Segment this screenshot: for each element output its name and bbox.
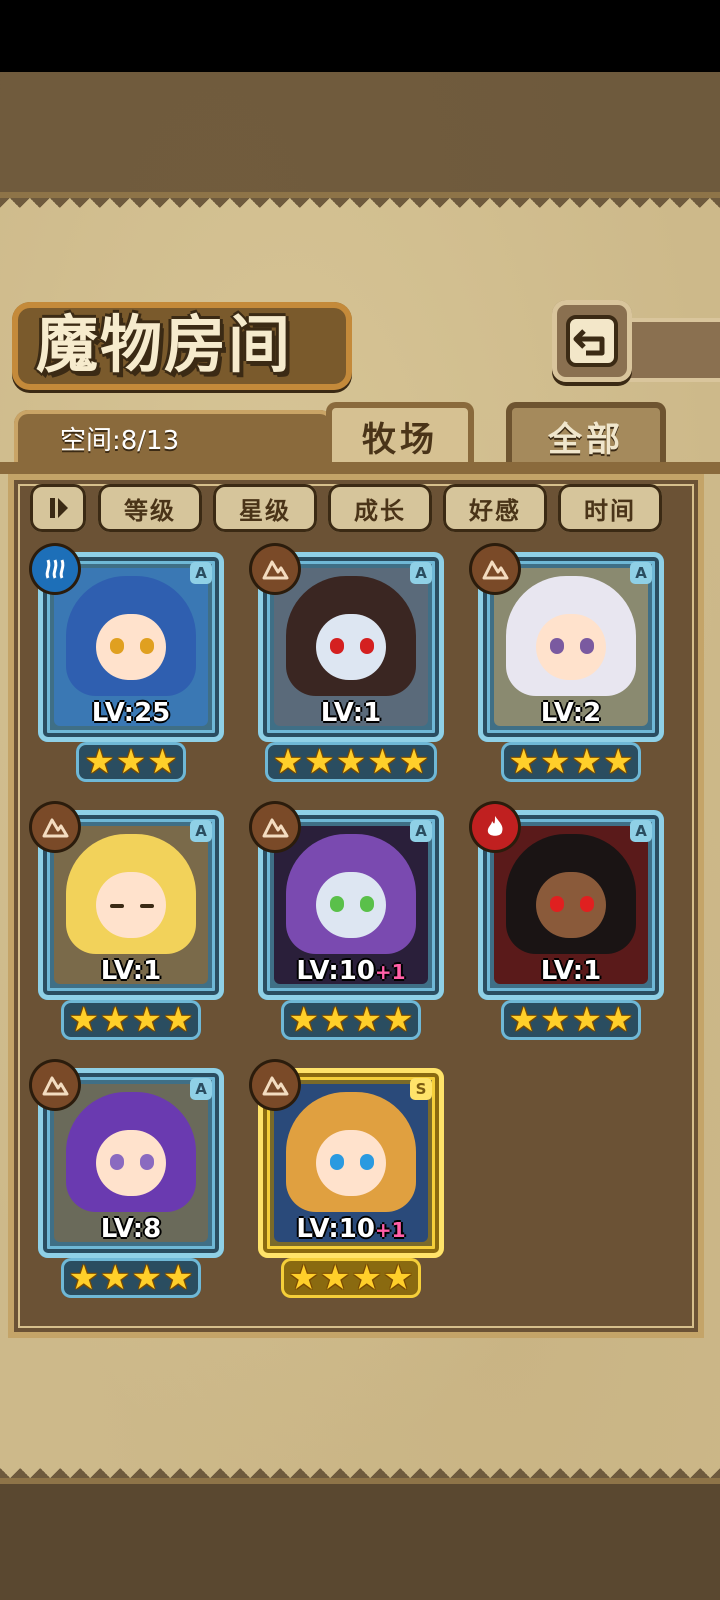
sort-by-level-button[interactable]: 等级	[98, 484, 202, 532]
sort-order-icon	[50, 498, 68, 518]
star-rating: ★ ★ ★	[38, 742, 224, 782]
star-rating: ★ ★ ★ ★	[478, 1000, 664, 1040]
monster-card[interactable]: A LV:1 ★ ★ ★ ★ ★	[252, 546, 444, 782]
panel-edge-bottom	[0, 1458, 720, 1478]
star-rating: ★ ★ ★ ★	[38, 1000, 224, 1040]
panel-edge-top	[0, 198, 720, 218]
back-button[interactable]	[552, 300, 632, 382]
sort-by-growth-button[interactable]: 成长	[328, 484, 432, 532]
capacity-label: 空间:8/13	[60, 426, 180, 456]
monster-card[interactable]: A LV:8 ★ ★ ★ ★	[32, 1062, 224, 1298]
rank-badge: A	[190, 562, 212, 584]
monster-card[interactable]: A LV:25 ★ ★ ★	[32, 546, 224, 782]
water-icon	[32, 546, 78, 592]
monster-level: LV:8	[100, 1214, 162, 1244]
earth-icon	[252, 1062, 298, 1108]
status-bar	[0, 0, 720, 72]
sort-order-toggle[interactable]	[30, 484, 86, 532]
rank-badge: A	[410, 562, 432, 584]
monster-level: LV:2	[540, 698, 602, 728]
monster-card[interactable]: A LV:10+1 ★ ★ ★ ★	[252, 804, 444, 1040]
star-rating: ★ ★ ★ ★	[38, 1258, 224, 1298]
tab-ranch[interactable]: 牧场	[326, 402, 474, 470]
sort-by-star-button[interactable]: 星级	[213, 484, 317, 532]
star-rating: ★ ★ ★ ★	[478, 742, 664, 782]
fire-icon	[472, 804, 518, 850]
back-button-rail	[628, 318, 720, 382]
star-rating: ★ ★ ★ ★ ★	[258, 742, 444, 782]
monster-level: LV:10+1	[296, 956, 406, 986]
star-rating: ★ ★ ★ ★	[258, 1000, 444, 1040]
tab-all[interactable]: 全部	[506, 402, 666, 470]
monster-level: LV:25	[91, 698, 171, 728]
monster-level: LV:10+1	[296, 1214, 406, 1244]
rank-badge: A	[630, 562, 652, 584]
sort-by-time-button[interactable]: 时间	[558, 484, 662, 532]
rank-badge: A	[190, 820, 212, 842]
rank-badge: A	[190, 1078, 212, 1100]
tab-rail	[0, 462, 720, 474]
earth-icon	[32, 1062, 78, 1108]
earth-icon	[252, 804, 298, 850]
map-background-lower	[0, 1470, 720, 1600]
monster-card[interactable]: A LV:1 ★ ★ ★ ★	[472, 804, 664, 1040]
monster-level: LV:1	[540, 956, 602, 986]
monster-card[interactable]: A LV:2 ★ ★ ★ ★	[472, 546, 664, 782]
rank-badge: S	[410, 1078, 432, 1100]
level-bonus: +1	[374, 960, 406, 984]
earth-icon	[252, 546, 298, 592]
earth-icon	[472, 546, 518, 592]
page-title: 魔物房间	[36, 308, 293, 381]
rank-badge: A	[410, 820, 432, 842]
monster-card[interactable]: A LV:1 ★ ★ ★ ★	[32, 804, 224, 1040]
monster-level: LV:1	[320, 698, 382, 728]
star-rating: ★ ★ ★ ★	[258, 1258, 444, 1298]
monster-card[interactable]: S LV:10+1 ★ ★ ★ ★	[252, 1062, 444, 1298]
back-return-icon	[566, 315, 618, 367]
rank-badge: A	[630, 820, 652, 842]
earth-icon	[32, 804, 78, 850]
monster-level: LV:1	[100, 956, 162, 986]
level-bonus: +1	[374, 1218, 406, 1242]
sort-by-affection-button[interactable]: 好感	[443, 484, 547, 532]
